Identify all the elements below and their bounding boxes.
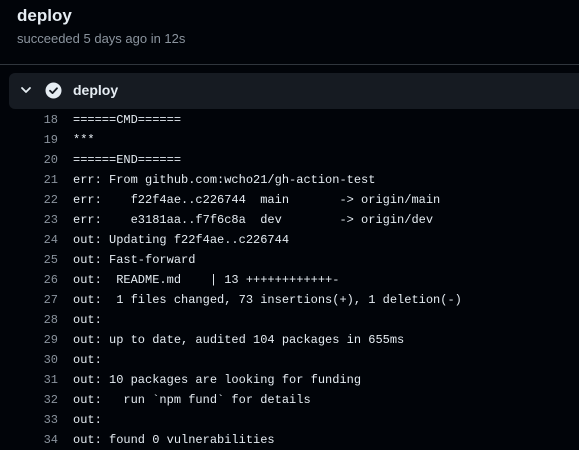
log-line-number[interactable]: 33 <box>0 410 58 430</box>
log-line-text: ======END====== <box>73 153 182 167</box>
log-line-number[interactable]: 27 <box>0 290 58 310</box>
log-line: 26 out: README.md | 13 ++++++++++++- <box>0 270 579 290</box>
log-output: 18 ======CMD====== 19 *** 20 ======END====== 2… <box>0 110 579 450</box>
log-line-number[interactable]: 25 <box>0 250 58 270</box>
log-line-number[interactable]: 19 <box>0 130 58 150</box>
log-line: 22 err: f22f4ae..c226744 main -> origin/m… <box>0 190 579 210</box>
log-line: 18 ======CMD====== <box>0 110 579 130</box>
log-line: 19 *** <box>0 130 579 150</box>
log-line-text: err: e3181aa..f7f6c8a dev -> origin/dev <box>73 213 434 227</box>
log-line-text: out: 10 packages are looking for funding <box>73 373 362 387</box>
job-header: deploy succeeded 5 days ago in 12s <box>0 0 579 64</box>
log-line-number[interactable]: 22 <box>0 190 58 210</box>
log-line: 25 out: Fast-forward <box>0 250 579 270</box>
log-line: 31 out: 10 packages are looking for fundi… <box>0 370 579 390</box>
job-title: deploy <box>17 6 72 25</box>
log-line-number[interactable]: 24 <box>0 230 58 250</box>
log-line-text: out: Updating f22f4ae..c226744 <box>73 233 290 247</box>
log-line-text: err: From github.com:wcho21/gh-action-te… <box>73 173 376 187</box>
log-line-number[interactable]: 34 <box>0 430 58 450</box>
log-line: 30 out: <box>0 350 579 370</box>
log-line-text: out: Fast-forward <box>73 253 196 267</box>
job-status-summary: succeeded 5 days ago in 12s <box>17 31 186 46</box>
log-line-text: out: run `npm fund` for details <box>73 393 311 407</box>
log-line-number[interactable]: 23 <box>0 210 58 230</box>
log-line-number[interactable]: 29 <box>0 330 58 350</box>
log-line-number[interactable]: 21 <box>0 170 58 190</box>
log-line: 34 out: found 0 vulnerabilities <box>0 430 579 450</box>
log-line-number[interactable]: 20 <box>0 150 58 170</box>
log-line-text: out: <box>73 413 102 427</box>
log-line-number[interactable]: 32 <box>0 390 58 410</box>
step-name: deploy <box>73 82 119 98</box>
log-line: 27 out: 1 files changed, 73 insertions(+)… <box>0 290 579 310</box>
log-line: 29 out: up to date, audited 104 packages … <box>0 330 579 350</box>
log-line: 24 out: Updating f22f4ae..c226744 <box>0 230 579 250</box>
log-line: 20 ======END====== <box>0 150 579 170</box>
log-line-text: err: f22f4ae..c226744 main -> origin/mai… <box>73 193 441 207</box>
log-line-number[interactable]: 28 <box>0 310 58 330</box>
log-line-text: out: found 0 vulnerabilities <box>73 433 275 447</box>
log-line: 21 err: From github.com:wcho21/gh-action-… <box>0 170 579 190</box>
log-line-text: out: <box>73 313 102 327</box>
header-divider <box>0 64 579 65</box>
step-header-deploy[interactable]: deploy <box>9 73 579 109</box>
log-line-text: out: <box>73 353 102 367</box>
log-line: 28 out: <box>0 310 579 330</box>
log-line-text: out: README.md | 13 ++++++++++++- <box>73 273 340 287</box>
log-line: 32 out: run `npm fund` for details <box>0 390 579 410</box>
log-line-number[interactable]: 30 <box>0 350 58 370</box>
log-line-number[interactable]: 18 <box>0 110 58 130</box>
log-line-text: out: up to date, audited 104 packages in… <box>73 333 405 347</box>
log-line-number[interactable]: 31 <box>0 370 58 390</box>
log-line-text: out: 1 files changed, 73 insertions(+), … <box>73 293 462 307</box>
log-line-text: *** <box>73 133 95 147</box>
check-circle-icon <box>45 82 62 99</box>
chevron-down-icon[interactable] <box>19 83 33 97</box>
log-line-text: ======CMD====== <box>73 113 182 127</box>
log-line-number[interactable]: 26 <box>0 270 58 290</box>
log-line: 33 out: <box>0 410 579 430</box>
log-line: 23 err: e3181aa..f7f6c8a dev -> origin/de… <box>0 210 579 230</box>
